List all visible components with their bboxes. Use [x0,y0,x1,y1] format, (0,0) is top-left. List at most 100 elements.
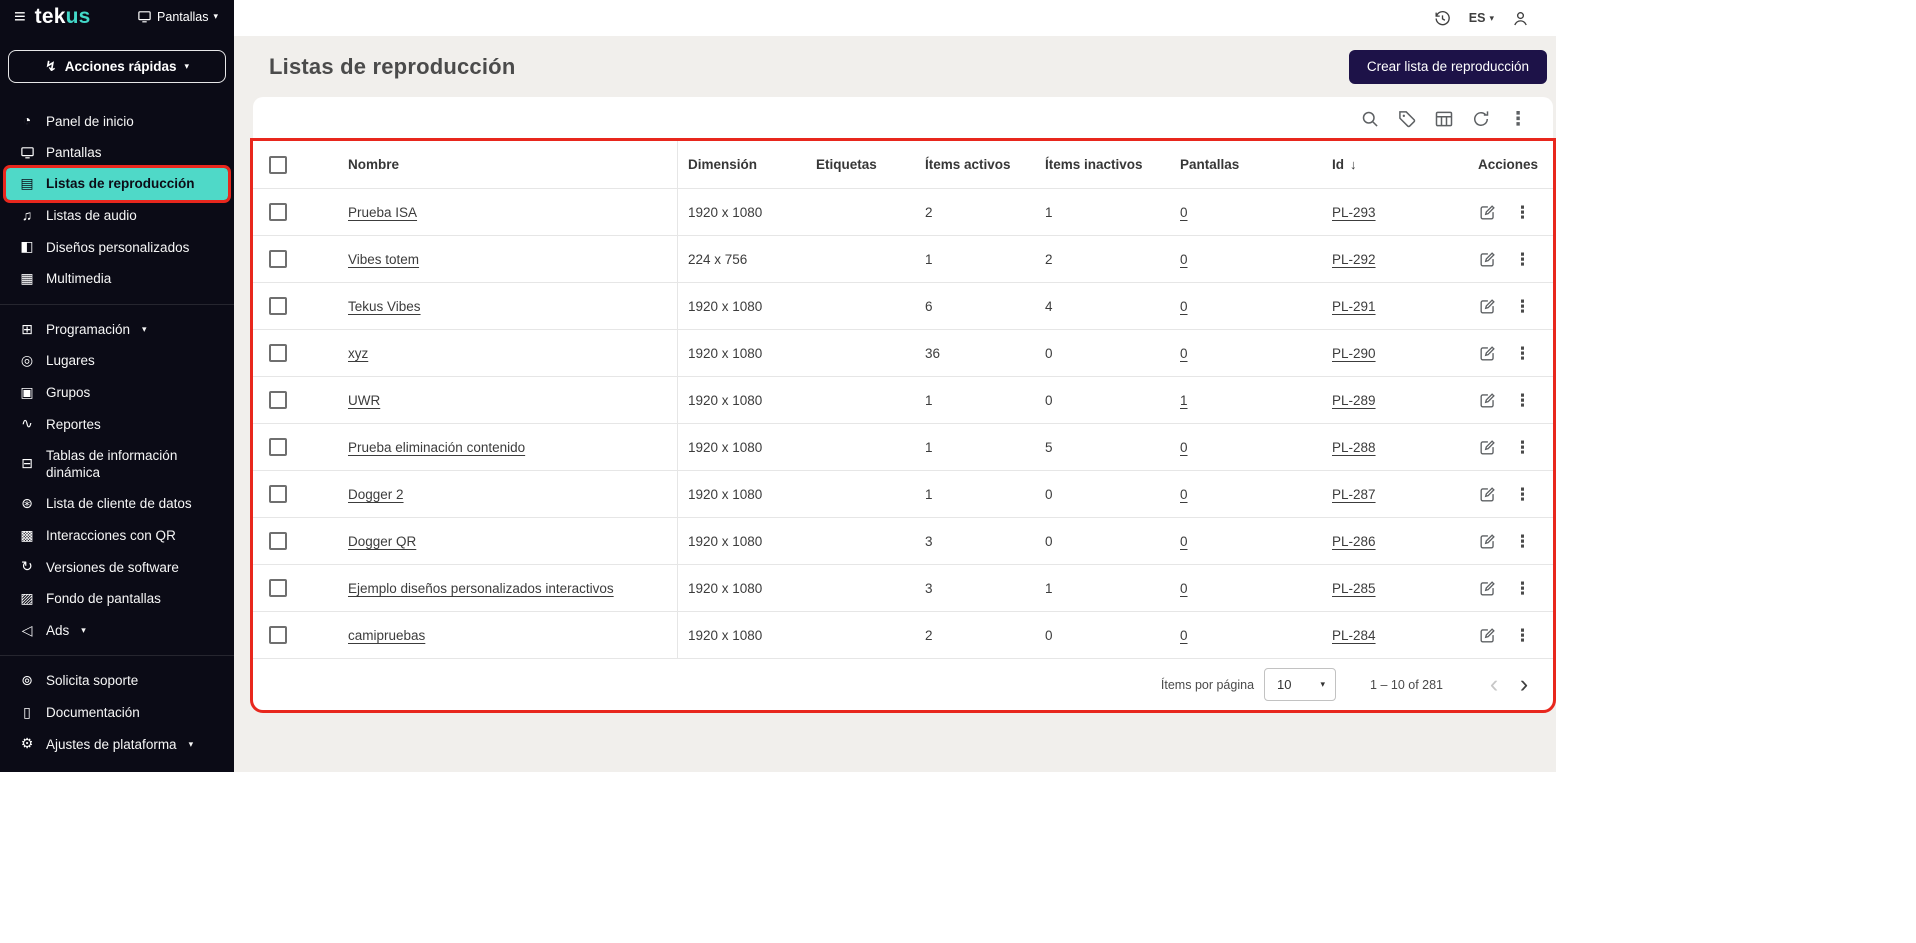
screens-count-link[interactable]: 1 [1180,393,1188,408]
quick-actions-button[interactable]: ↯ Acciones rápidas ▾ [8,49,226,84]
playlist-name-link[interactable]: Dogger 2 [348,487,404,502]
sidebar-item-tablas-de-informacion-dinamica[interactable]: ⊟ Tablas de información dinámica [6,440,228,488]
row-more-icon[interactable]: ⋮ [1514,439,1531,456]
column-header-label[interactable]: Etiquetas [816,157,877,172]
edit-icon[interactable] [1478,532,1497,551]
playlist-id-link[interactable]: PL-286 [1332,534,1376,549]
row-checkbox[interactable] [269,485,287,503]
row-checkbox[interactable] [269,438,287,456]
menu-icon[interactable]: ≡ [14,7,26,27]
screens-count-link[interactable]: 0 [1180,440,1188,455]
sidebar-item-lugares[interactable]: ◎ Lugares [6,345,228,377]
row-more-icon[interactable]: ⋮ [1514,204,1531,221]
sidebar-item-grupos[interactable]: ▣ Grupos [6,377,228,409]
sidebar-item-multimedia[interactable]: ▦ Multimedia [6,263,228,295]
tag-icon[interactable] [1396,108,1418,130]
column-header-label[interactable]: Dimensión [688,157,757,172]
row-more-icon[interactable]: ⋮ [1514,345,1531,362]
playlist-id-link[interactable]: PL-291 [1332,299,1376,314]
sidebar-item-ajustes-de-plataforma[interactable]: ⚙ Ajustes de plataforma ▾ [6,728,228,760]
row-more-icon[interactable]: ⋮ [1514,580,1531,597]
sidebar-item-panel-de-inicio[interactable]: ◔ Panel de inicio [6,105,228,137]
sidebar-item-fondo-de-pantallas[interactable]: ▨ Fondo de pantallas [6,583,228,615]
playlist-id-link[interactable]: PL-292 [1332,252,1376,267]
column-header-label[interactable]: Acciones [1478,157,1538,172]
screens-count-link[interactable]: 0 [1180,205,1188,220]
playlist-name-link[interactable]: Ejemplo diseños personalizados interacti… [348,581,614,596]
row-checkbox[interactable] [269,250,287,268]
edit-icon[interactable] [1478,344,1497,363]
sidebar-item-versiones-de-software[interactable]: ↻ Versiones de software [6,551,228,583]
row-checkbox[interactable] [269,626,287,644]
playlist-id-link[interactable]: PL-288 [1332,440,1376,455]
playlist-name-link[interactable]: camipruebas [348,628,425,643]
row-checkbox[interactable] [269,297,287,315]
playlist-id-link[interactable]: PL-293 [1332,205,1376,220]
screens-count-link[interactable]: 0 [1180,487,1188,502]
column-header-label[interactable]: Ítems activos [925,157,1011,172]
screens-group-dropdown[interactable]: Pantallas ▾ [131,8,224,25]
playlist-name-link[interactable]: xyz [348,346,368,361]
playlist-name-link[interactable]: Prueba ISA [348,205,417,220]
select-all-checkbox[interactable] [269,155,287,174]
edit-icon[interactable] [1478,579,1497,598]
sidebar-item-ads[interactable]: ◁ Ads ▾ [6,615,228,647]
next-page-button[interactable]: › [1509,671,1539,698]
table-view-icon[interactable] [1433,108,1455,130]
sidebar-item-interacciones-con-qr[interactable]: ▩ Interacciones con QR [6,520,228,552]
screens-count-link[interactable]: 0 [1180,534,1188,549]
playlist-name-link[interactable]: Vibes totem [348,252,419,267]
sidebar-item-reportes[interactable]: ∿ Reportes [6,408,228,440]
search-icon[interactable] [1359,108,1381,130]
playlist-name-link[interactable]: UWR [348,393,380,408]
sidebar-item-listas-de-audio[interactable]: ♫ Listas de audio [6,200,228,232]
edit-icon[interactable] [1478,438,1497,457]
screens-count-link[interactable]: 0 [1180,581,1188,596]
playlist-name-link[interactable]: Dogger QR [348,534,416,549]
edit-icon[interactable] [1478,297,1497,316]
history-button[interactable] [1433,9,1452,28]
sidebar-item-programacion[interactable]: ⊞ Programación ▾ [6,314,228,346]
sort-desc-icon[interactable]: ↓ [1350,157,1357,172]
refresh-icon[interactable] [1470,108,1492,130]
column-header-label[interactable]: Id [1332,157,1344,172]
sidebar-item-listas-de-reproduccion[interactable]: ▤ Listas de reproducción [3,165,231,203]
edit-icon[interactable] [1478,391,1497,410]
items-per-page-select[interactable]: 10 ▾ [1264,668,1337,701]
row-more-icon[interactable]: ⋮ [1514,298,1531,315]
row-checkbox[interactable] [269,532,287,550]
screens-count-link[interactable]: 0 [1180,346,1188,361]
row-more-icon[interactable]: ⋮ [1514,627,1531,644]
playlist-name-link[interactable]: Tekus Vibes [348,299,421,314]
sidebar-item-disenos-personalizados[interactable]: ◧ Diseños personalizados [6,231,228,263]
row-checkbox[interactable] [269,203,287,221]
screens-count-link[interactable]: 0 [1180,299,1188,314]
language-selector[interactable]: ES ▾ [1469,11,1494,25]
prev-page-button[interactable]: ‹ [1479,671,1509,698]
row-checkbox[interactable] [269,391,287,409]
playlist-id-link[interactable]: PL-290 [1332,346,1376,361]
sidebar-item-solicita-soporte[interactable]: ⊚ Solicita soporte [6,665,228,697]
row-more-icon[interactable]: ⋮ [1514,251,1531,268]
sidebar-item-lista-de-cliente-de-datos[interactable]: ⊛ Lista de cliente de datos [6,488,228,520]
column-header-label[interactable]: Pantallas [1180,157,1239,172]
playlist-id-link[interactable]: PL-284 [1332,628,1376,643]
playlist-name-link[interactable]: Prueba eliminación contenido [348,440,525,455]
row-checkbox[interactable] [269,579,287,597]
user-menu-button[interactable] [1511,9,1530,28]
edit-icon[interactable] [1478,626,1497,645]
row-more-icon[interactable]: ⋮ [1514,486,1531,503]
column-header-label[interactable]: Nombre [348,157,399,172]
row-more-icon[interactable]: ⋮ [1514,392,1531,409]
sidebar-item-pantallas[interactable]: Pantallas [6,137,228,168]
playlist-id-link[interactable]: PL-285 [1332,581,1376,596]
edit-icon[interactable] [1478,485,1497,504]
playlist-id-link[interactable]: PL-289 [1332,393,1376,408]
row-checkbox[interactable] [269,344,287,362]
more-options-icon[interactable]: ⋮ [1507,108,1529,130]
edit-icon[interactable] [1478,250,1497,269]
playlist-id-link[interactable]: PL-287 [1332,487,1376,502]
row-more-icon[interactable]: ⋮ [1514,533,1531,550]
screens-count-link[interactable]: 0 [1180,628,1188,643]
sidebar-item-documentacion[interactable]: ▯ Documentación [6,697,228,729]
